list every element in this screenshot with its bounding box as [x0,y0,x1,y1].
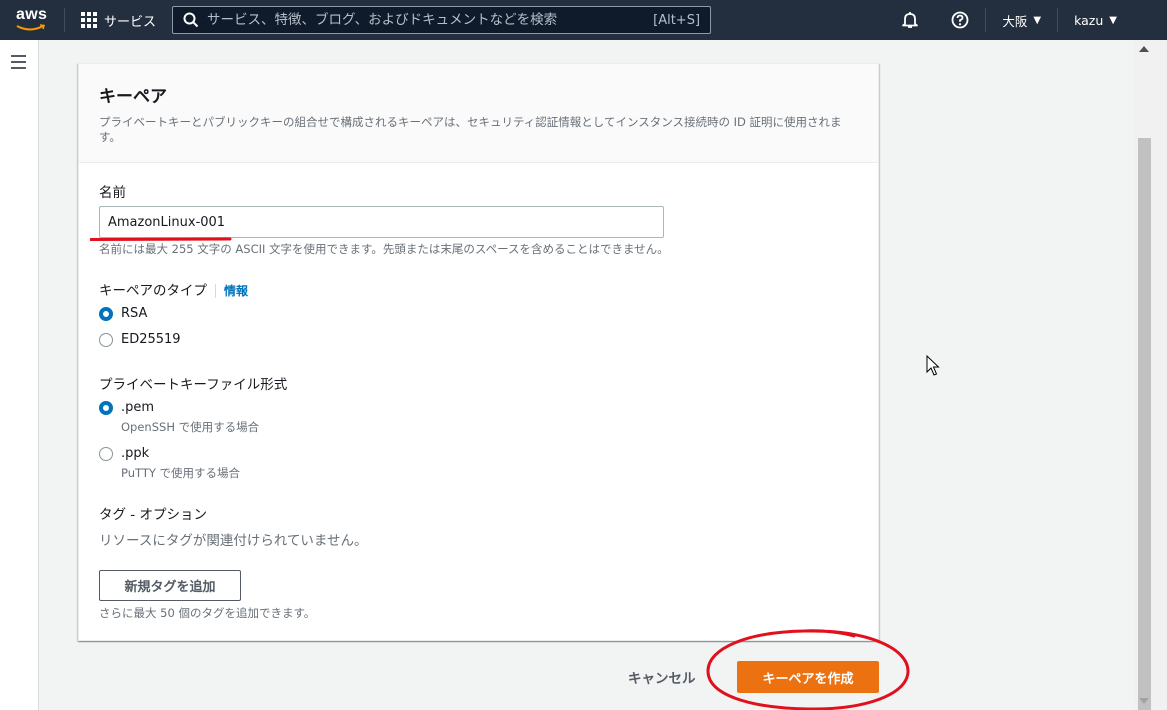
aws-logo[interactable]: aws [0,0,64,40]
radio-selected-icon[interactable] [99,306,113,321]
name-label: 名前 [99,185,126,201]
page-title: キーペア [99,87,167,107]
help-button[interactable] [935,0,985,40]
radio-rsa[interactable]: RSA [99,306,147,321]
tags-hint: さらに最大 50 個のタグを追加できます。 [99,606,316,620]
tags-empty-text: リソースにタグが関連付けられていません。 [99,533,368,549]
radio-label: ED25519 [121,332,181,347]
radio-label: .ppk [121,446,150,461]
scroll-down-icon[interactable] [1139,698,1149,704]
side-navigation-rail [0,40,39,710]
region-label: 大阪 [1002,13,1028,29]
panel-description: プライベートキーとパブリックキーの組合せで構成されるキーペアは、セキュリティ認証… [99,115,842,144]
radio-ppk[interactable]: .ppk [99,446,149,461]
user-label: kazu [1074,12,1104,28]
services-label: サービス [104,14,157,30]
keypair-form-container: キーペア プライベートキーとパブリックキーの組合せで構成されるキーペアは、セキュ… [78,63,879,641]
panel-header: キーペア プライベートキーとパブリックキーの組合せで構成されるキーペアは、セキュ… [79,64,878,163]
search-shortcut: [Alt+S] [653,12,701,28]
top-navigation: aws サービス [Alt+S] [0,0,1167,40]
caret-down-icon: ▼ [1033,14,1042,26]
radio-unselected-icon[interactable] [99,446,113,461]
radio-selected-icon[interactable] [99,400,113,415]
nav-right: 大阪 ▼ kazu ▼ [885,0,1167,40]
search-box[interactable]: [Alt+S] [172,6,712,34]
caret-down-icon: ▼ [1109,14,1117,26]
radio-pem[interactable]: .pem [99,400,154,415]
nav-divider [64,8,65,32]
user-menu[interactable]: kazu ▼ [1058,0,1133,40]
keypair-type-label-text: キーペアのタイプ [99,283,207,299]
aws-smile-icon [16,24,46,31]
radio-description: PuTTY で使用する場合 [121,466,241,480]
aws-logo-text: aws [16,6,48,23]
file-format-label: プライベートキーファイル形式 [99,377,288,393]
info-link[interactable]: 情報 [215,284,249,298]
radio-label: RSA [121,306,148,321]
help-icon [952,11,969,29]
menu-icon[interactable] [11,55,26,73]
search-input[interactable] [207,12,654,28]
add-tag-button[interactable]: 新規タグを追加 [99,570,241,601]
radio-unselected-icon[interactable] [99,332,113,347]
name-hint: 名前には最大 255 文字の ASCII 文字を使用できます。先頭または末尾のス… [99,242,669,256]
bell-icon [902,12,919,28]
vertical-scrollbar[interactable] [1133,40,1167,710]
red-circle-annotation [706,629,910,710]
keypair-type-label: キーペアのタイプ 情報 [99,279,249,299]
services-menu[interactable]: サービス [81,0,156,40]
radio-description: OpenSSH で使用する場合 [121,420,260,434]
mouse-cursor-icon [926,355,940,376]
name-input[interactable] [99,206,664,238]
radio-label: .pem [121,400,155,415]
notifications-button[interactable] [885,0,935,40]
search-icon [183,12,199,28]
scroll-thumb[interactable] [1138,138,1151,710]
tags-label: タグ - オプション [99,507,207,523]
region-menu[interactable]: 大阪 ▼ [986,0,1057,40]
scroll-up-icon[interactable] [1139,46,1149,52]
grid-icon [81,12,97,28]
cancel-button[interactable]: キャンセル [628,664,696,690]
radio-ed25519[interactable]: ED25519 [99,332,181,347]
